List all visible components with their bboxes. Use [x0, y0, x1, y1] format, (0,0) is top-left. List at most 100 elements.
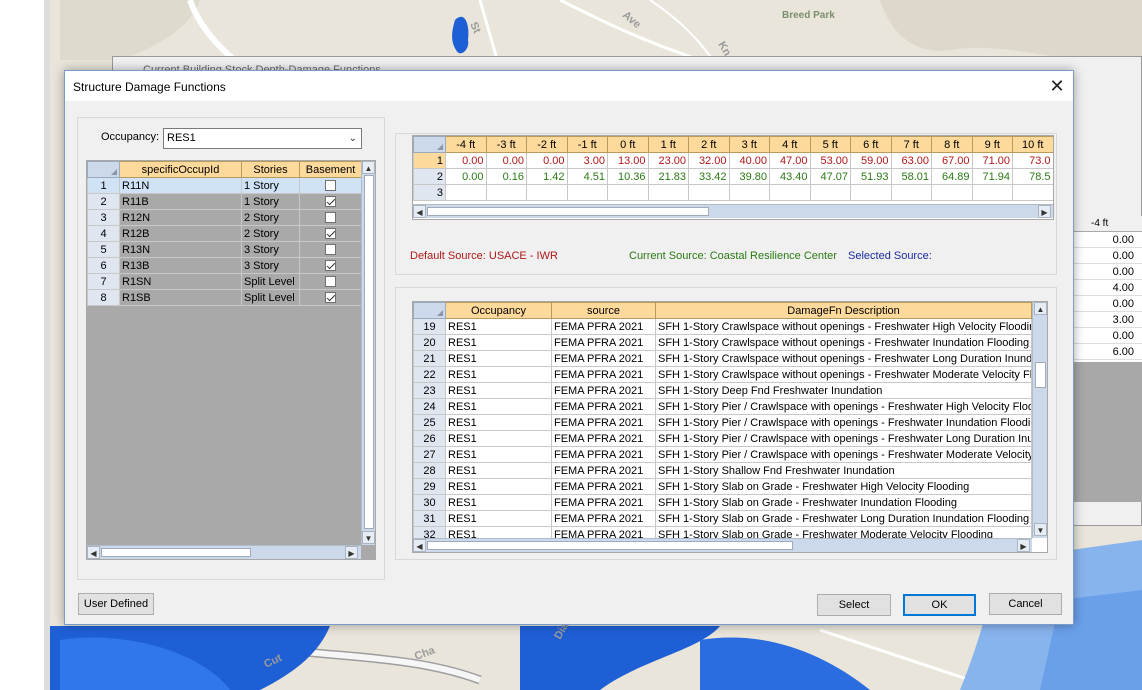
column-header-occupancy[interactable]: Occupancy: [445, 302, 552, 319]
damage-value-cell[interactable]: [526, 184, 568, 201]
table-row[interactable]: 26 RES1 FEMA PFRA 2021 SFH 1-Story Pier / C…: [413, 430, 1032, 447]
scroll-down-icon[interactable]: ▼: [1034, 523, 1047, 536]
user-defined-button[interactable]: User Defined: [78, 593, 154, 615]
stories-cell[interactable]: 3 Story: [241, 257, 300, 274]
row-number[interactable]: 25: [413, 414, 446, 431]
damage-value-cell[interactable]: [647, 184, 689, 201]
table-row[interactable]: 23 RES1 FEMA PFRA 2021 SFH 1-Story Deep Fnd…: [413, 382, 1032, 399]
stories-cell[interactable]: 1 Story: [241, 177, 300, 194]
damage-value-cell[interactable]: 67.00: [931, 152, 973, 169]
column-header-basement[interactable]: Basement: [299, 161, 362, 178]
basement-checkbox[interactable]: [325, 276, 336, 288]
damage-value-cell[interactable]: 51.93: [850, 168, 892, 185]
description-cell[interactable]: SFH 1-Story Crawlspace without openings …: [655, 334, 1032, 351]
left-app-scroll-strip[interactable]: [44, 0, 50, 690]
depth-column-header[interactable]: 7 ft: [890, 136, 932, 153]
stories-cell[interactable]: 2 Story: [241, 209, 300, 226]
damage-value-cell[interactable]: [809, 184, 851, 201]
scroll-up-icon[interactable]: ▲: [1034, 302, 1047, 315]
damage-value-cell[interactable]: 63.00: [890, 152, 932, 169]
occupancy-cell[interactable]: RES1: [445, 478, 552, 495]
description-cell[interactable]: SFH 1-Story Slab on Grade - Freshwater H…: [655, 478, 1032, 495]
depth-column-header[interactable]: 1 ft: [647, 136, 689, 153]
column-header-description[interactable]: DamageFn Description: [655, 302, 1032, 319]
table-row[interactable]: 8 R1SB Split Level: [87, 289, 362, 306]
stories-cell[interactable]: 1 Story: [241, 193, 300, 210]
basement-checkbox[interactable]: [325, 228, 336, 240]
damage-value-cell[interactable]: [1012, 184, 1053, 201]
damage-value-cell[interactable]: 0.00: [445, 152, 487, 169]
table-corner[interactable]: [413, 136, 446, 153]
damage-value-cell[interactable]: 0.00: [526, 152, 568, 169]
damage-value-cell[interactable]: 21.83: [647, 168, 689, 185]
source-cell[interactable]: FEMA PFRA 2021: [551, 494, 656, 511]
occupancy-id-cell[interactable]: R1SN: [119, 273, 242, 290]
row-number[interactable]: 3: [413, 184, 446, 201]
damage-value-cell[interactable]: 58.01: [890, 168, 932, 185]
damage-value-cell[interactable]: 59.00: [850, 152, 892, 169]
description-cell[interactable]: SFH 1-Story Pier / Crawlspace with openi…: [655, 430, 1032, 447]
source-cell[interactable]: FEMA PFRA 2021: [551, 398, 656, 415]
depth-column-header[interactable]: 0 ft: [607, 136, 649, 153]
basement-checkbox[interactable]: [325, 244, 336, 256]
occupancy-cell[interactable]: RES1: [445, 334, 552, 351]
damage-value-cell[interactable]: 3.00: [566, 152, 608, 169]
damage-value-cell[interactable]: 33.42: [688, 168, 730, 185]
row-number[interactable]: 1: [87, 177, 120, 194]
table-row[interactable]: 31 RES1 FEMA PFRA 2021 SFH 1-Story Slab on …: [413, 510, 1032, 527]
table-row[interactable]: 21 RES1 FEMA PFRA 2021 SFH 1-Story Crawlspa…: [413, 350, 1032, 367]
table-corner[interactable]: [413, 302, 446, 319]
occupancy-cell[interactable]: RES1: [445, 446, 552, 463]
scroll-thumb[interactable]: [427, 207, 709, 216]
depth-column-header[interactable]: 9 ft: [971, 136, 1013, 153]
occupancy-dropdown[interactable]: RES1 ⌄: [163, 128, 362, 149]
source-cell[interactable]: FEMA PFRA 2021: [551, 462, 656, 479]
source-cell[interactable]: FEMA PFRA 2021: [551, 382, 656, 399]
damage-value-cell[interactable]: [566, 184, 608, 201]
damage-value-cell[interactable]: [485, 184, 527, 201]
depth-column-header[interactable]: 3 ft: [728, 136, 770, 153]
damage-value-cell[interactable]: 13.00: [607, 152, 649, 169]
damage-value-cell[interactable]: 71.94: [971, 168, 1013, 185]
depth-column-header[interactable]: 2 ft: [688, 136, 730, 153]
occupancy-cell[interactable]: RES1: [445, 366, 552, 383]
row-number[interactable]: 24: [413, 398, 446, 415]
row-number[interactable]: 6: [87, 257, 120, 274]
table-row[interactable]: 27 RES1 FEMA PFRA 2021 SFH 1-Story Pier / C…: [413, 446, 1032, 463]
damage-value-cell[interactable]: 0.16: [485, 168, 527, 185]
description-cell[interactable]: SFH 1-Story Pier / Crawlspace with openi…: [655, 398, 1032, 415]
table-row[interactable]: 7 R1SN Split Level: [87, 273, 362, 290]
damage-value-cell[interactable]: [890, 184, 932, 201]
depth-column-header[interactable]: -4 ft: [445, 136, 487, 153]
damage-value-cell[interactable]: 73.0: [1012, 152, 1053, 169]
occupancy-id-cell[interactable]: R13B: [119, 257, 242, 274]
scroll-down-icon[interactable]: ▼: [362, 531, 375, 544]
functions-vertical-scrollbar[interactable]: ▲ ▼: [1032, 302, 1047, 538]
scroll-thumb[interactable]: [364, 175, 374, 529]
close-icon[interactable]: ✕: [1041, 71, 1073, 101]
depth-column-header[interactable]: 4 ft: [769, 136, 811, 153]
occupancy-cell[interactable]: RES1: [445, 510, 552, 527]
table-row[interactable]: 3 R12N 2 Story: [87, 209, 362, 226]
damage-value-cell[interactable]: [445, 184, 487, 201]
basement-cell[interactable]: [299, 193, 362, 210]
damage-value-cell[interactable]: [931, 184, 973, 201]
damage-value-cell[interactable]: 64.89: [931, 168, 973, 185]
damage-values-horizontal-scrollbar[interactable]: ◀ ▶: [413, 204, 1053, 218]
row-number[interactable]: 31: [413, 510, 446, 527]
occupancy-cell[interactable]: RES1: [445, 414, 552, 431]
damage-value-cell[interactable]: 39.80: [728, 168, 770, 185]
column-header-source[interactable]: source: [551, 302, 656, 319]
occupancy-cell[interactable]: RES1: [445, 398, 552, 415]
basement-checkbox[interactable]: [325, 212, 336, 224]
source-cell[interactable]: FEMA PFRA 2021: [551, 430, 656, 447]
row-number[interactable]: 1: [413, 152, 446, 169]
row-number[interactable]: 26: [413, 430, 446, 447]
damage-value-cell[interactable]: 40.00: [728, 152, 770, 169]
damage-value-cell[interactable]: 23.00: [647, 152, 689, 169]
depth-column-header[interactable]: 5 ft: [809, 136, 851, 153]
description-cell[interactable]: SFH 1-Story Pier / Crawlspace with openi…: [655, 414, 1032, 431]
description-cell[interactable]: SFH 1-Story Slab on Grade - Freshwater I…: [655, 494, 1032, 511]
row-number[interactable]: 3: [87, 209, 120, 226]
damage-value-cell[interactable]: 43.40: [769, 168, 811, 185]
